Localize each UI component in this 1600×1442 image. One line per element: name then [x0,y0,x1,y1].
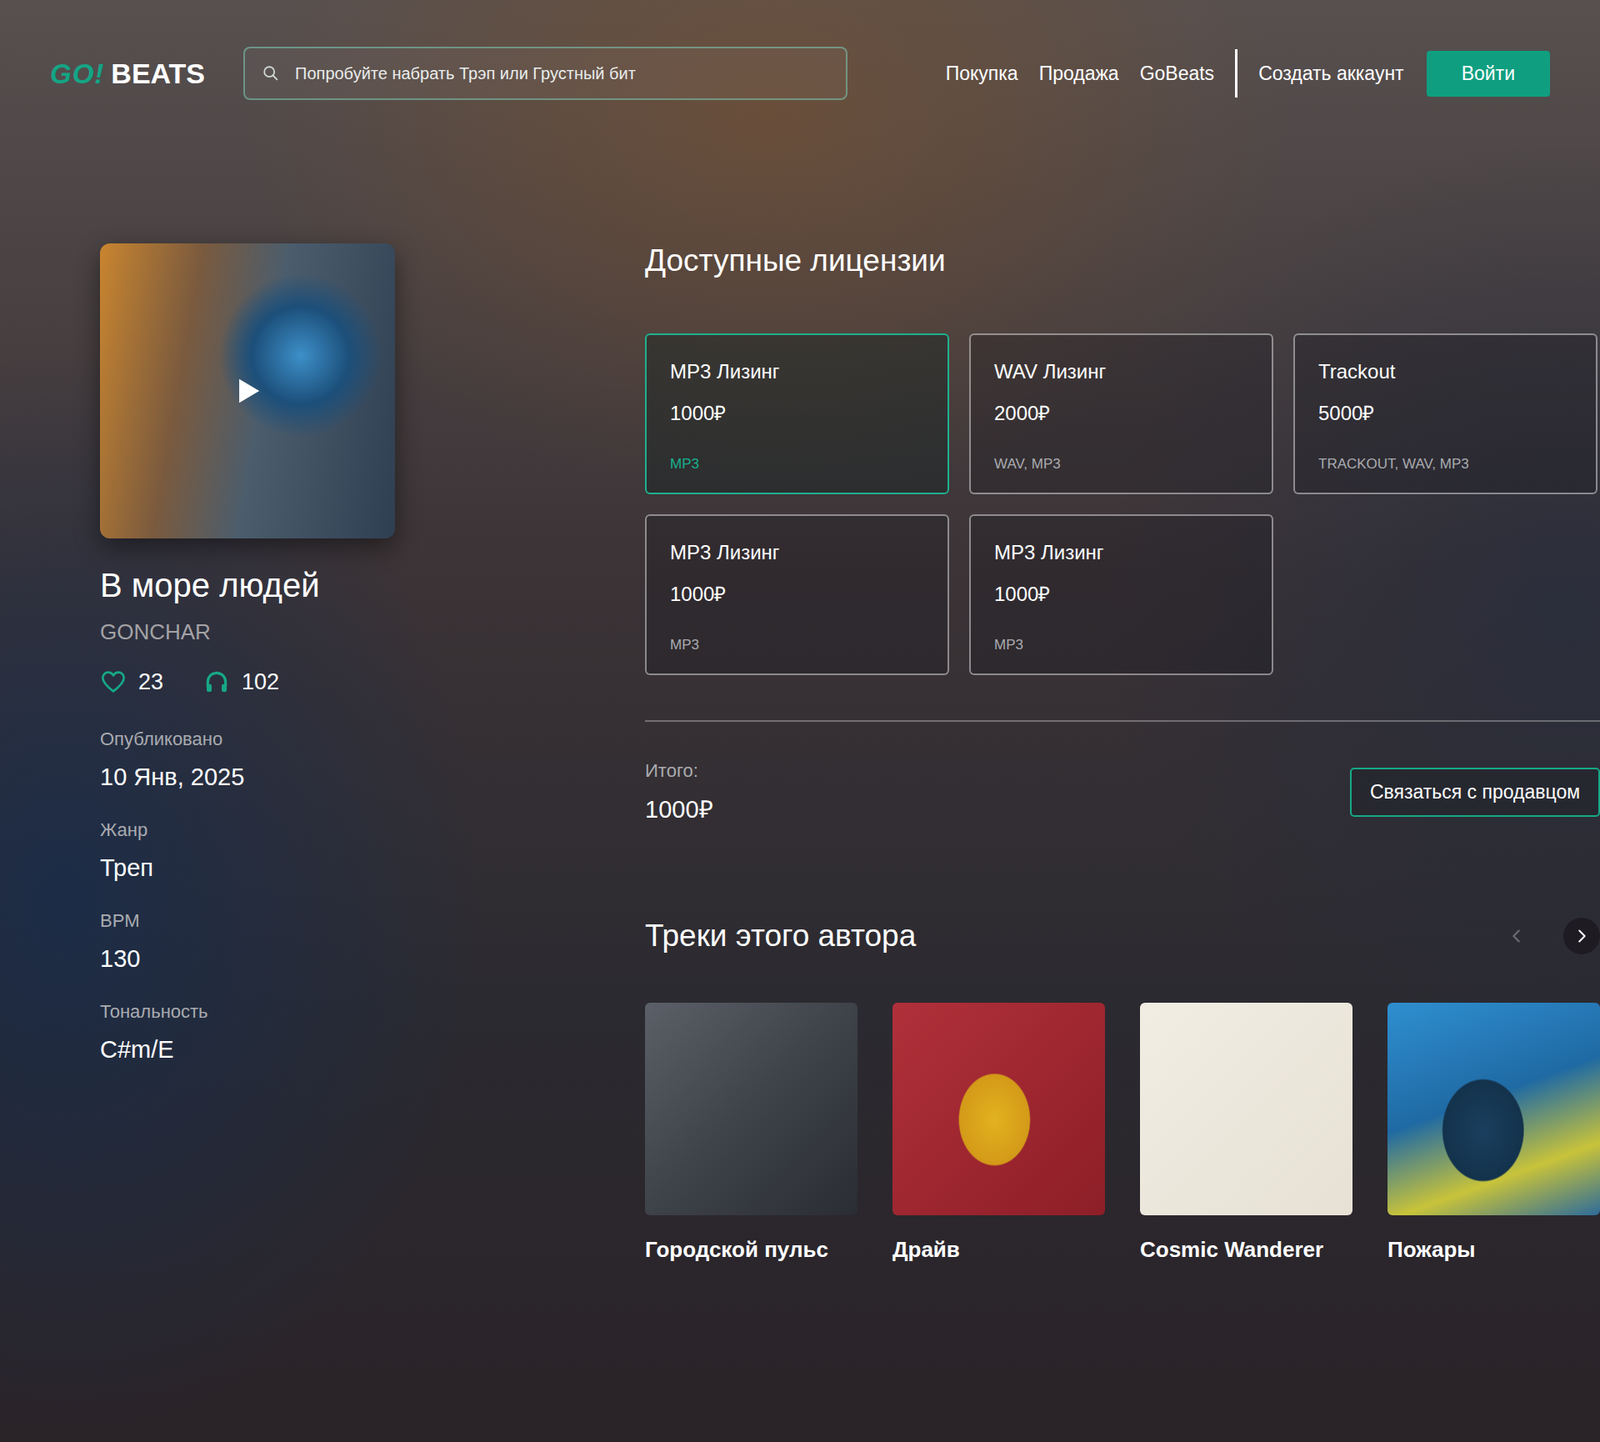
track-title: Cosmic Wanderer [1140,1236,1353,1263]
license-formats: MP3 [670,636,925,654]
author-tracks-title: Треки этого автора [645,918,916,954]
license-name: Trackout [1318,360,1573,384]
carousel-controls [1498,917,1600,955]
detail-value: Треп [100,854,395,882]
total-row: Итого: 1000₽ Связаться с продавцом [645,760,1600,825]
plays-count: 102 [241,669,280,695]
track-card[interactable]: Пожары [1387,1002,1600,1263]
nav-item[interactable]: GoBeats [1140,62,1215,85]
detail-item: Тональность C#m/E [100,1000,395,1064]
detail-value: 130 [100,945,395,973]
next-button[interactable] [1563,917,1600,955]
track-cover[interactable] [892,1002,1105,1215]
license-price: 5000₽ [1318,398,1573,426]
total: Итого: 1000₽ [645,760,714,825]
track-card[interactable]: Cosmic Wanderer [1140,1002,1353,1263]
play-icon[interactable] [233,376,262,405]
license-name: MP3 Лизинг [670,540,925,565]
license-card[interactable]: MP3 Лизинг 1000₽ MP3 [645,514,950,675]
contact-seller-button[interactable]: Связаться с продавцом [1350,767,1600,817]
heart-icon [100,668,127,695]
detail-item: BPM 130 [100,910,395,973]
track-title: Городской пульс [645,1236,858,1263]
create-account-link[interactable]: Создать аккаунт [1258,62,1405,85]
track-card[interactable]: Городской пульс [645,1002,858,1263]
license-formats: WAV, MP3 [994,455,1249,473]
search-icon [261,64,280,83]
nav-item[interactable]: Покупка [945,62,1019,85]
track-cover[interactable] [1387,1002,1600,1215]
license-formats: TRACKOUT, WAV, MP3 [1318,455,1573,473]
detail-label: BPM [100,910,395,932]
nav-item[interactable]: Продажа [1039,62,1120,85]
license-card[interactable]: WAV Лизинг 2000₽ WAV, MP3 [969,333,1274,495]
login-button[interactable]: Войти [1426,50,1550,97]
logo-mark: GO! [50,58,105,90]
detail-value: 10 Янв, 2025 [100,763,395,791]
detail-label: Жанр [100,819,395,841]
license-formats: MP3 [670,455,925,473]
license-grid: MP3 Лизинг 1000₽ MP3WAV Лизинг 2000₽ WAV… [645,333,1600,675]
nav: Покупка Продажа GoBeats Создать аккаунт Во… [945,49,1550,98]
header: GO! BEATS Попробуйте набрать Трэп или Гр… [0,0,1600,100]
stats: 23 102 [100,668,395,695]
plays-stat: 102 [203,668,280,695]
track-title: Пожары [1387,1236,1600,1263]
nav-separator [1235,49,1238,98]
license-price: 1000₽ [994,579,1249,607]
track-card[interactable]: Драйв [892,1002,1105,1263]
search-field[interactable]: Попробуйте набрать Трэп или Грустный бит [243,46,848,100]
headphones-icon [203,668,230,695]
license-card[interactable]: MP3 Лизинг 1000₽ MP3 [969,514,1274,675]
author-tracks: Городской пульс Драйв Cosmic Wanderer По… [645,1002,1600,1263]
beat-details: Опубликовано 10 Янв, 2025 Жанр Треп BPM 13… [100,728,395,1064]
license-card[interactable]: Trackout 5000₽ TRACKOUT, WAV, MP3 [1293,333,1598,495]
track-cover[interactable] [1140,1002,1353,1215]
purchase-panel: Доступные лицензии MP3 Лизинг 1000₽ MP3W… [645,243,1600,1263]
license-price: 1000₽ [670,579,925,607]
chevron-left-icon [1507,926,1526,945]
total-label: Итого: [645,760,714,782]
license-card[interactable]: MP3 Лизинг 1000₽ MP3 [645,333,950,495]
license-name: MP3 Лизинг [994,540,1249,565]
detail-item: Жанр Треп [100,819,395,882]
likes-stat[interactable]: 23 [100,668,164,695]
beat-title: В море людей [100,566,395,605]
divider [645,720,1600,722]
prev-button[interactable] [1498,917,1535,955]
license-formats: MP3 [994,636,1249,654]
licenses-title: Доступные лицензии [645,243,1600,279]
detail-label: Тональность [100,1000,395,1023]
track-title: Драйв [892,1236,1105,1263]
search-placeholder: Попробуйте набрать Трэп или Грустный бит [295,64,636,84]
detail-label: Опубликовано [100,728,395,750]
detail-item: Опубликовано 10 Янв, 2025 [100,728,395,791]
beat-cover[interactable] [100,243,395,539]
detail-value: C#m/E [100,1035,395,1064]
beat-info: В море людей GONCHAR 23 102 Опубликовано… [100,243,395,1263]
logo-word: BEATS [110,57,205,90]
total-amount: 1000₽ [645,791,714,825]
chevron-right-icon [1572,926,1591,945]
logo[interactable]: GO! BEATS [50,57,205,90]
license-name: WAV Лизинг [994,360,1249,384]
track-cover[interactable] [645,1002,858,1215]
license-price: 1000₽ [670,398,925,426]
license-name: MP3 Лизинг [670,360,925,384]
author-tracks-header: Треки этого автора [645,917,1600,955]
likes-count: 23 [138,669,164,695]
page: GO! BEATS Попробуйте набрать Трэп или Гр… [0,0,1600,1442]
main: В море людей GONCHAR 23 102 Опубликовано… [0,100,1600,1263]
license-price: 2000₽ [994,398,1249,426]
beat-artist[interactable]: GONCHAR [100,619,395,645]
